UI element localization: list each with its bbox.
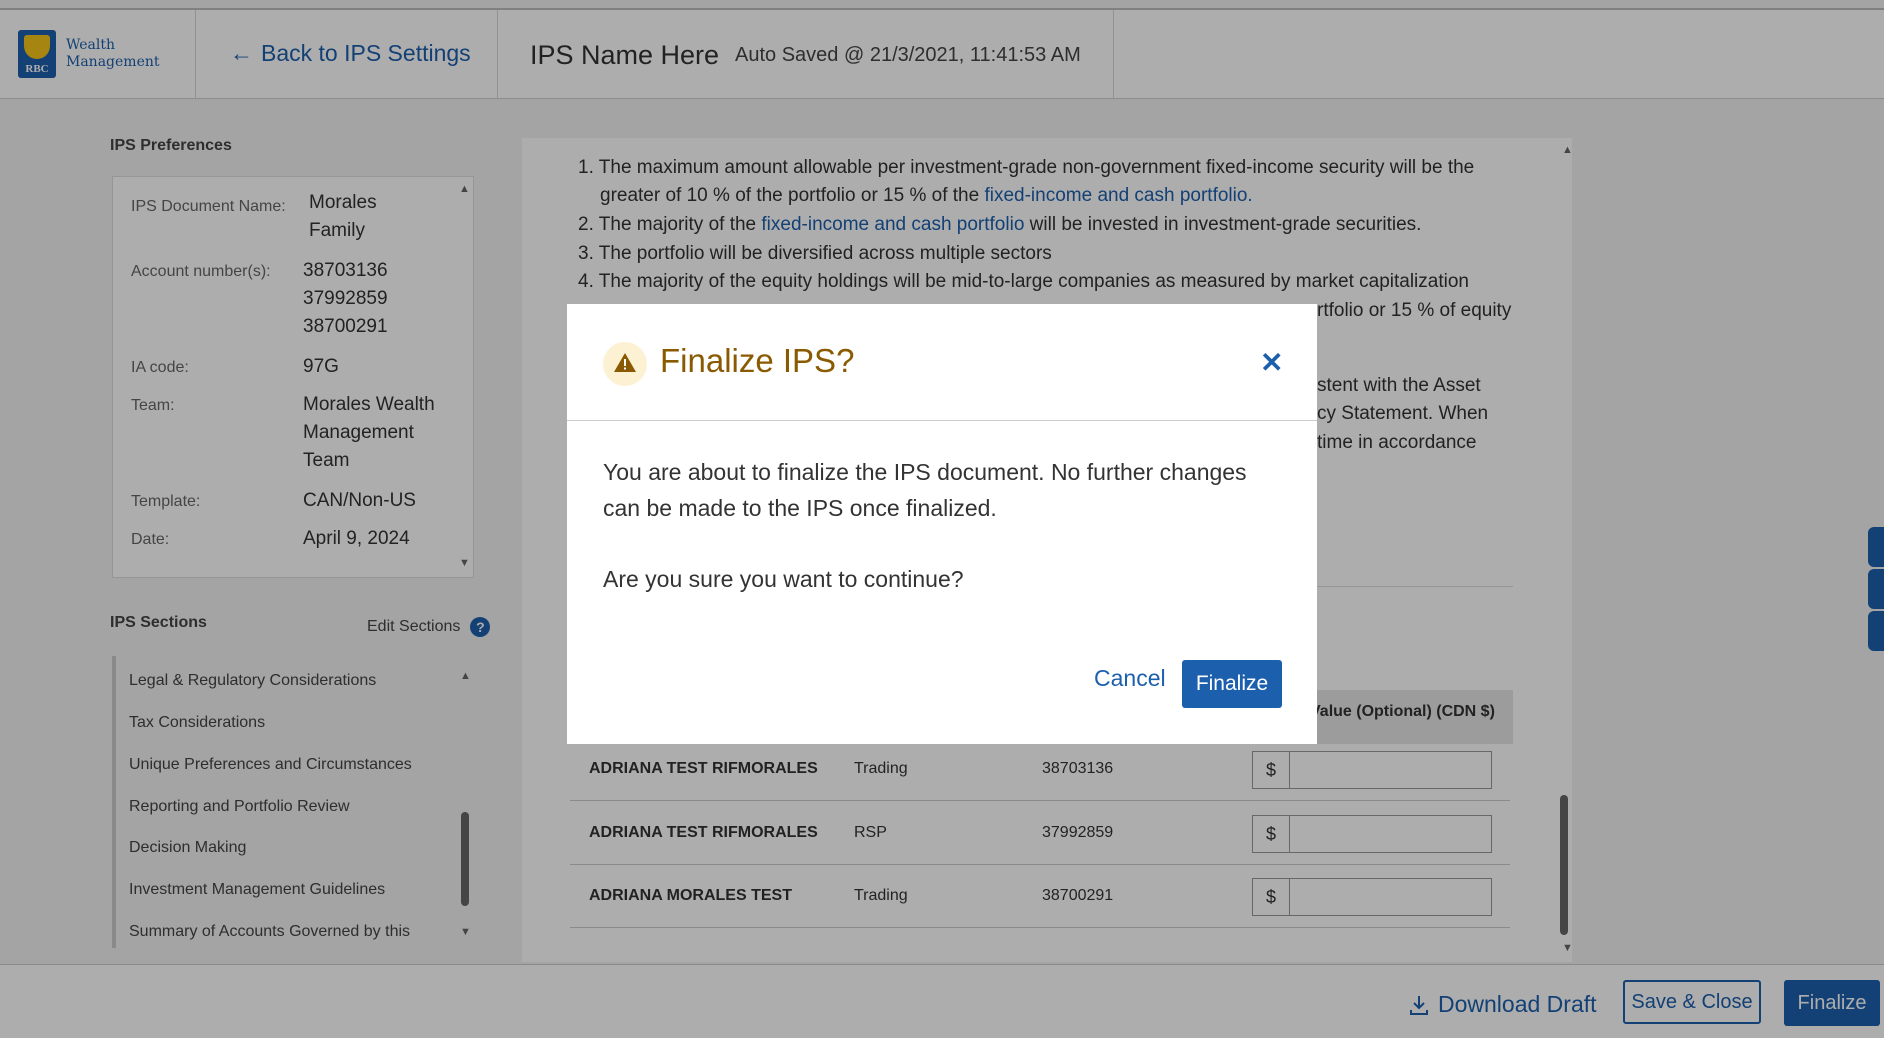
cancel-button[interactable]: Cancel	[1094, 665, 1166, 692]
warning-icon	[603, 342, 647, 386]
dialog-question: Are you sure you want to continue?	[603, 566, 964, 592]
dialog-message: You are about to finalize the IPS docume…	[603, 459, 1247, 521]
dialog-title: Finalize IPS?	[660, 342, 855, 379]
dialog-header: Finalize IPS? ✕	[567, 304, 1317, 421]
close-icon[interactable]: ✕	[1260, 346, 1283, 379]
confirm-finalize-button[interactable]: Finalize	[1182, 660, 1282, 708]
